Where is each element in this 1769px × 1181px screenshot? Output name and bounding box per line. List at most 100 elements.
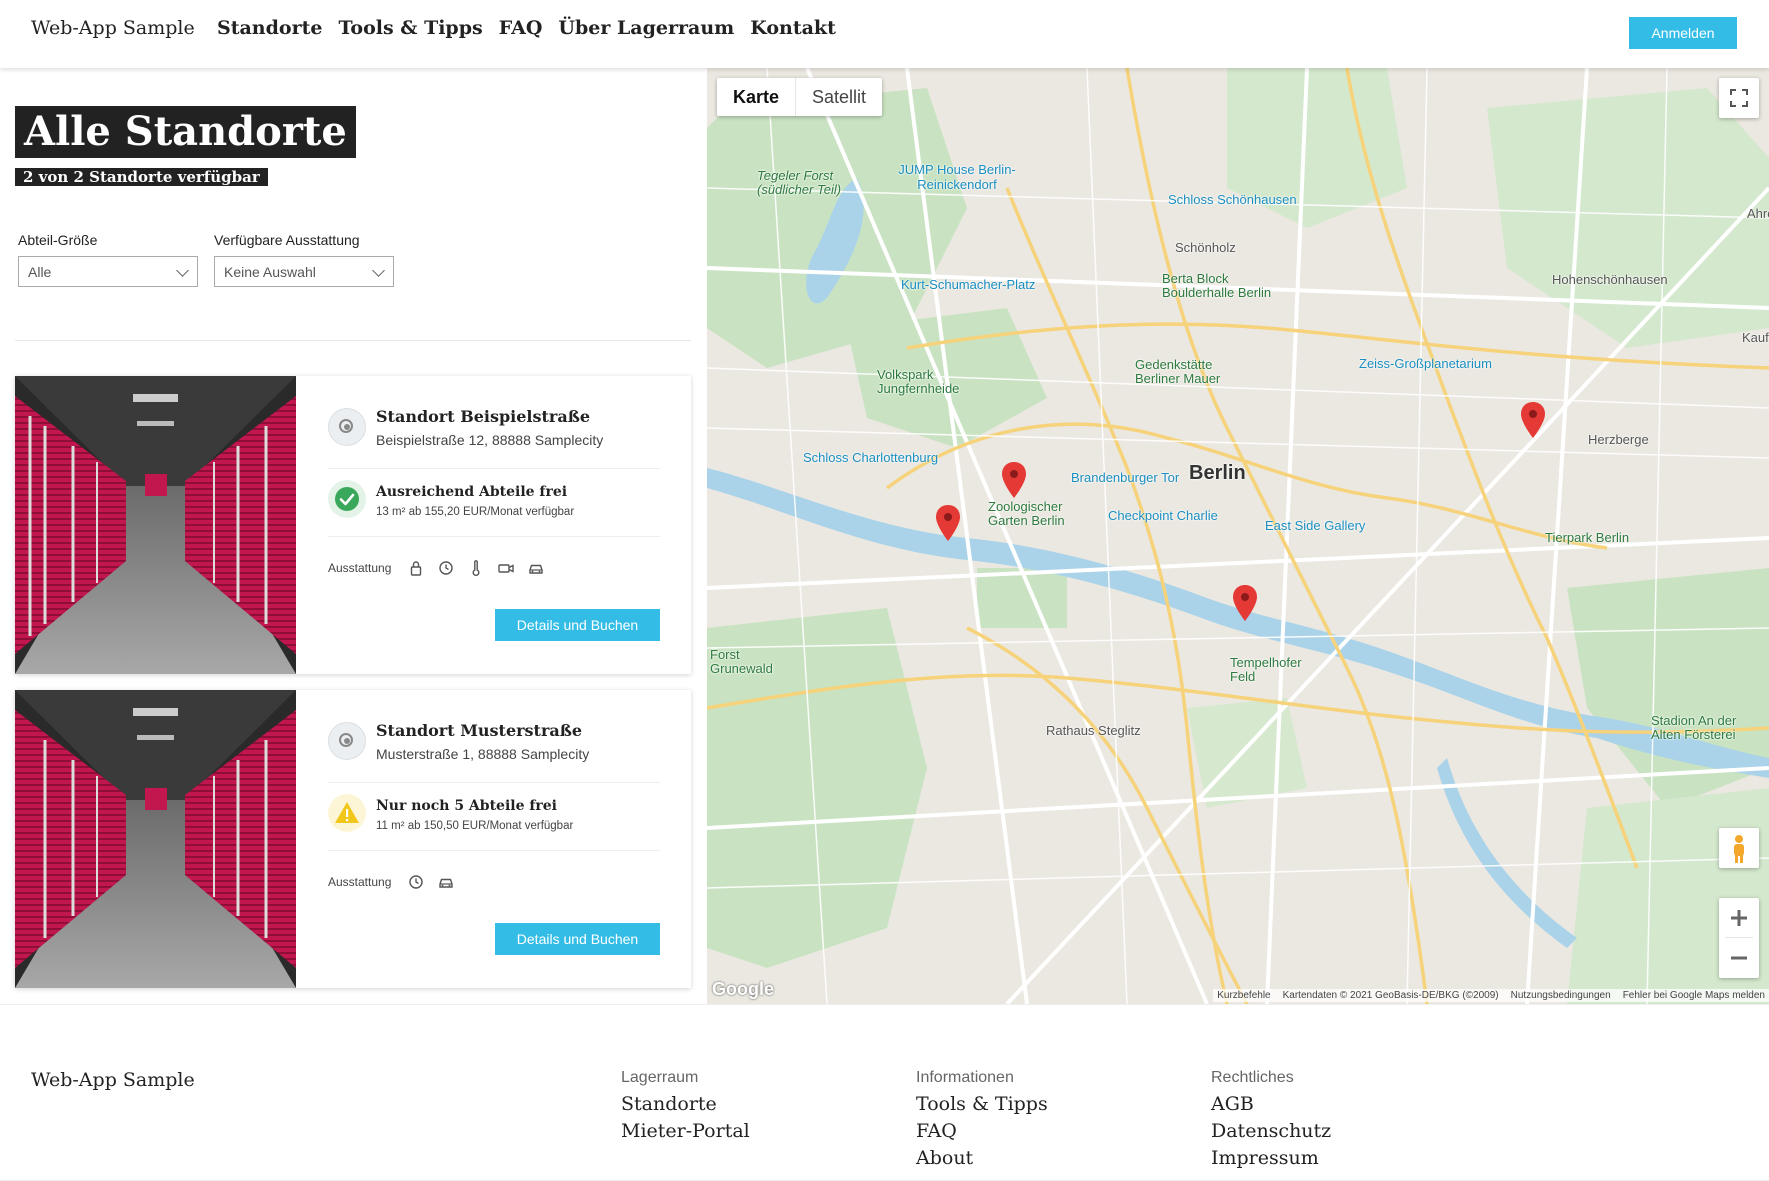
details-book-button[interactable]: Details und Buchen (495, 609, 660, 641)
map-label-kauf: Kauf (1742, 330, 1769, 345)
thermometer-icon (472, 560, 480, 576)
login-button[interactable]: Anmelden (1629, 17, 1737, 49)
details-book-button[interactable]: Details und Buchen (495, 923, 660, 955)
site-footer: Web-App Sample Lagerraum Standorte Miete… (0, 1004, 1769, 1181)
map-marker-icon[interactable] (1233, 585, 1257, 621)
brand-logo[interactable]: Web-App Sample (31, 17, 195, 39)
footer-link[interactable]: Tools & Tipps (916, 1093, 1048, 1115)
map-marker-icon[interactable] (1002, 462, 1026, 498)
warning-icon (328, 794, 366, 832)
map-city-label: Berlin (1189, 462, 1246, 484)
size-filter-label: Abteil-Größe (18, 232, 98, 248)
footer-link[interactable]: AGB (1211, 1093, 1331, 1115)
storage-hallway-image (15, 376, 296, 674)
nav-kontakt[interactable]: Kontakt (750, 17, 836, 39)
map-label-tierpark: Tierpark Berlin (1545, 530, 1630, 545)
street-view-pegman-icon[interactable] (1719, 828, 1759, 868)
nav-tools-tipps[interactable]: Tools & Tipps (338, 17, 482, 39)
location-pin-icon (328, 722, 366, 760)
storage-hallway-image (15, 690, 296, 988)
map-label-schloss-schoenhausen: Schloss Schönhausen (1168, 192, 1297, 207)
amenities-label: Ausstattung (328, 875, 392, 889)
fullscreen-icon[interactable] (1719, 78, 1759, 118)
divider (328, 782, 660, 783)
location-card: Standort Musterstraße Musterstraße 1, 88… (15, 690, 691, 988)
map-label-east-side-gallery: East Side Gallery (1265, 518, 1366, 533)
footer-heading: Lagerraum (621, 1069, 699, 1086)
locations-map[interactable]: Berlin JUMP House Berlin-Reinickendorf S… (707, 68, 1769, 1004)
camera-icon (498, 564, 514, 573)
nav-faq[interactable]: FAQ (499, 17, 543, 39)
google-logo[interactable]: Google (712, 979, 774, 1000)
footer-column-rechtliches: Rechtliches AGB Datenschutz Impressum (1211, 1069, 1331, 1174)
site-header: Web-App Sample Standorte Tools & Tipps F… (0, 0, 1769, 68)
map-label-zoo: Zoologischer Garten Berlin (988, 499, 1065, 528)
map-type-control: Karte Satellit (717, 78, 883, 116)
page-title: Alle Standorte (15, 106, 356, 158)
location-card-body: Standort Musterstraße Musterstraße 1, 88… (328, 690, 660, 988)
map-label-rathaus-steglitz: Rathaus Steglitz (1046, 723, 1141, 738)
chevron-down-icon (372, 264, 385, 277)
footer-link[interactable]: Impressum (1211, 1147, 1331, 1169)
location-name: Standort Musterstraße (376, 721, 583, 740)
attribution-shortcuts[interactable]: Kurzbefehle (1217, 990, 1270, 1001)
attribution-mapdata: Kartendaten © 2021 GeoBasis-DE/BKG (©200… (1282, 990, 1499, 1001)
size-filter-select[interactable]: Alle (18, 256, 198, 287)
map-type-karte[interactable]: Karte (717, 78, 797, 116)
clock-icon (409, 875, 423, 889)
location-card-body: Standort Beispielstraße Beispielstraße 1… (328, 376, 660, 674)
zoom-in-icon[interactable] (1719, 898, 1759, 938)
footer-link[interactable]: FAQ (916, 1120, 1048, 1142)
map-label-berta: Berta Block Boulderhalle Berlin (1162, 271, 1272, 300)
clock-icon (439, 561, 453, 575)
amenities-label: Ausstattung (328, 561, 392, 575)
location-card: Standort Beispielstraße Beispielstraße 1… (15, 376, 691, 674)
divider (328, 468, 660, 469)
map-marker-icon[interactable] (936, 505, 960, 541)
features-filter-label: Verfügbare Ausstattung (214, 232, 360, 248)
map-label-zeiss: Zeiss-Großplanetarium (1359, 356, 1492, 371)
zoom-control (1719, 898, 1759, 978)
availability-status: Ausreichend Abteile frei (376, 484, 568, 500)
map-label-stadion: Stadion An der Alten Försterei (1651, 713, 1737, 742)
footer-heading: Informationen (916, 1069, 1014, 1086)
locations-panel: Alle Standorte 2 von 2 Standorte verfügb… (0, 68, 707, 1004)
chevron-down-icon (176, 264, 189, 277)
footer-brand[interactable]: Web-App Sample (31, 1069, 195, 1091)
map-label-herzberge: Herzberge (1588, 432, 1649, 447)
map-type-satellit[interactable]: Satellit (796, 78, 882, 116)
nav-ueber-lagerraum[interactable]: Über Lagerraum (558, 17, 734, 39)
divider (328, 850, 660, 851)
footer-link[interactable]: About (916, 1147, 1048, 1169)
zoom-out-icon[interactable] (1719, 938, 1759, 978)
attribution-report-error[interactable]: Fehler bei Google Maps melden (1623, 990, 1765, 1001)
availability-status: Nur noch 5 Abteile frei (376, 798, 558, 814)
map-label-gedenkstaette: Gedenkstätte Berliner Mauer (1135, 357, 1221, 386)
attribution-terms[interactable]: Nutzungsbedingungen (1511, 990, 1611, 1001)
location-pin-icon (328, 408, 366, 446)
footer-link[interactable]: Mieter-Portal (621, 1120, 750, 1142)
footer-heading: Rechtliches (1211, 1069, 1294, 1086)
size-filter-value: Alle (28, 264, 52, 280)
map-label-forst-grunewald: Forst Grunewald (710, 647, 773, 676)
location-address: Beispielstraße 12, 88888 Samplecity (376, 432, 604, 448)
location-address: Musterstraße 1, 88888 Samplecity (376, 746, 590, 762)
map-label-volkspark: Volkspark Jungfernheide (877, 367, 960, 396)
features-filter-select[interactable]: Keine Auswahl (214, 256, 394, 287)
map-label-tegeler-forst: Tegeler Forst (südlicher Teil) (757, 168, 842, 197)
footer-column-lagerraum: Lagerraum Standorte Mieter-Portal (621, 1069, 750, 1147)
map-label-kurt-schumacher: Kurt-Schumacher-Platz (901, 277, 1036, 292)
nav-standorte[interactable]: Standorte (217, 17, 322, 39)
car-icon (529, 564, 543, 574)
map-label-brandenburger-tor: Brandenburger Tor (1071, 470, 1180, 485)
map-marker-icon[interactable] (1521, 402, 1545, 438)
availability-detail: 13 m² ab 155,20 EUR/Monat verfügbar (376, 506, 575, 518)
map-label-tempelhofer-feld: Tempelhofer Feld (1230, 655, 1302, 684)
footer-link[interactable]: Standorte (621, 1093, 750, 1115)
footer-link[interactable]: Datenschutz (1211, 1120, 1331, 1142)
main-nav: Standorte Tools & Tipps FAQ Über Lagerra… (217, 17, 836, 39)
footer-column-informationen: Informationen Tools & Tipps FAQ About (916, 1069, 1048, 1174)
map-label-checkpoint-charlie: Checkpoint Charlie (1108, 508, 1218, 523)
location-name: Standort Beispielstraße (376, 407, 591, 426)
map-label-jump: JUMP House Berlin-Reinickendorf (898, 162, 1016, 192)
